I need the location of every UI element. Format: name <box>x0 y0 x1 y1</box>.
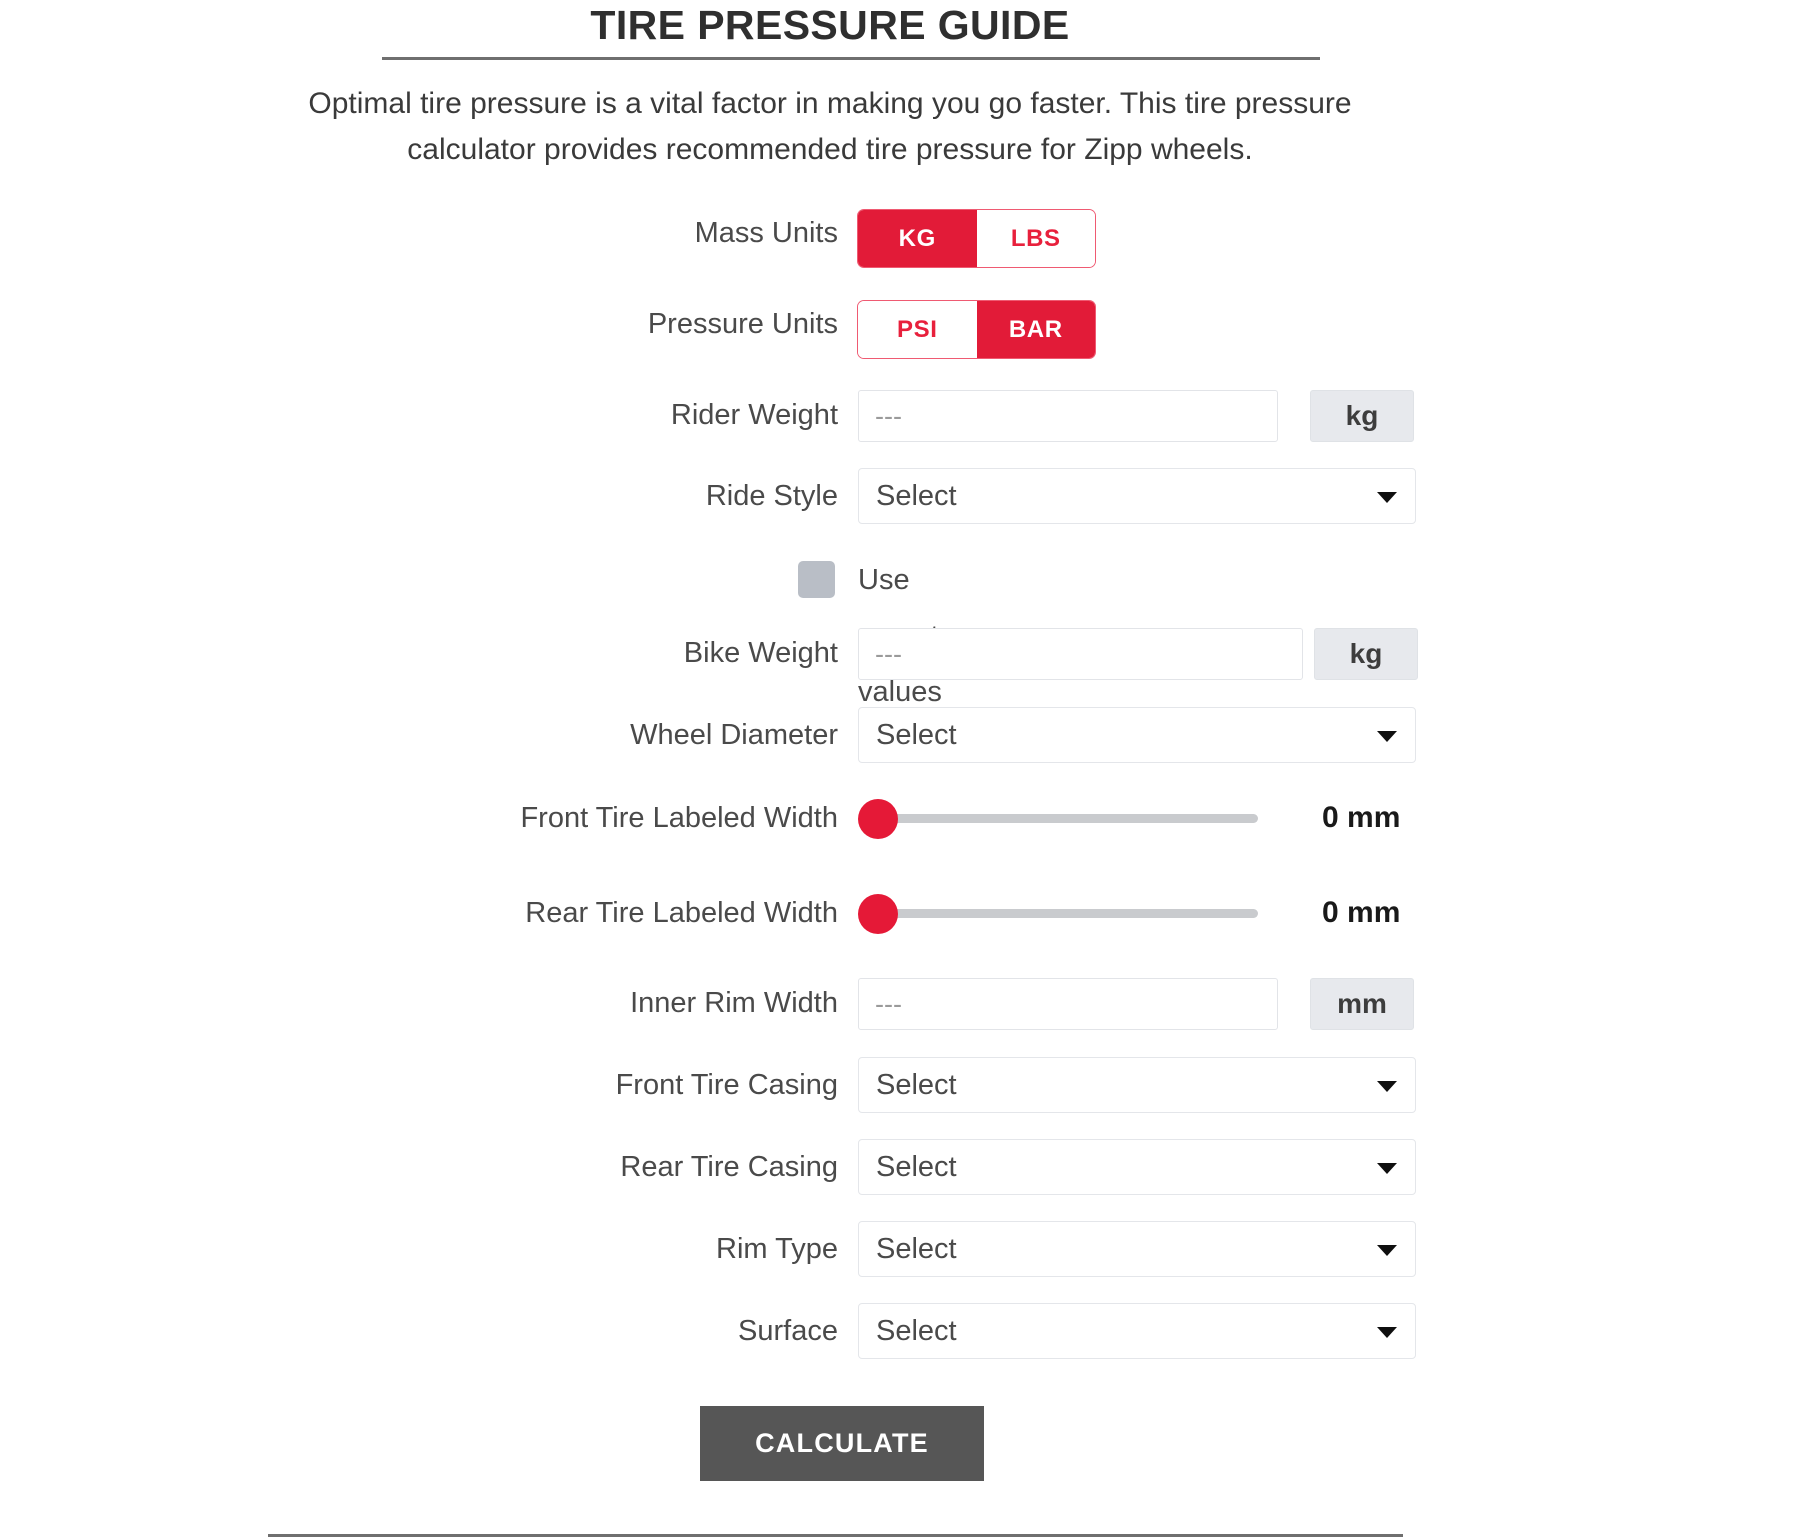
ride-style-label: Ride Style <box>705 480 838 512</box>
tire-pressure-guide-page: TIRE PRESSURE GUIDE Optimal tire pressur… <box>0 0 1816 1537</box>
rider-weight-label: Rider Weight <box>670 399 838 431</box>
wheel-diameter-value: Select <box>876 719 957 751</box>
wheel-diameter-label: Wheel Diameter <box>630 719 838 751</box>
rear-tire-labeled-width-label: Rear Tire Labeled Width <box>525 897 838 929</box>
inner-rim-width-label: Inner Rim Width <box>630 987 838 1019</box>
chevron-down-icon <box>1377 731 1397 742</box>
pressure-units-label: Pressure Units <box>647 308 838 340</box>
pressure-units-option-psi[interactable]: PSI <box>858 301 977 358</box>
rider-weight-input[interactable]: --- <box>858 390 1278 442</box>
front-tire-casing-select[interactable]: Select <box>858 1057 1416 1113</box>
ride-style-value: Select <box>876 480 957 512</box>
rim-type-label: Rim Type <box>716 1233 838 1265</box>
rim-type-select[interactable]: Select <box>858 1221 1416 1277</box>
front-tire-labeled-width-label: Front Tire Labeled Width <box>520 802 838 834</box>
rider-weight-unit: kg <box>1310 390 1414 442</box>
bike-weight-unit: kg <box>1314 628 1418 680</box>
chevron-down-icon <box>1377 1163 1397 1174</box>
mass-units-label: Mass Units <box>694 217 838 249</box>
use-preset-values-checkbox[interactable] <box>798 561 835 598</box>
intro-line-1: Optimal tire pressure is a vital factor … <box>308 87 1352 120</box>
rear-tire-width-slider[interactable] <box>858 885 1258 941</box>
mass-units-toggle[interactable]: KG LBS <box>858 210 1095 267</box>
chevron-down-icon <box>1377 1327 1397 1338</box>
intro-text: Optimal tire pressure is a vital factor … <box>160 81 1500 173</box>
rear-tire-casing-label: Rear Tire Casing <box>620 1151 838 1183</box>
rim-type-value: Select <box>876 1233 957 1265</box>
rear-tire-width-value: 0 mm <box>1322 896 1401 929</box>
chevron-down-icon <box>1377 492 1397 503</box>
front-tire-width-slider-track[interactable] <box>880 814 1258 823</box>
calculate-button[interactable]: CALCULATE <box>700 1406 984 1481</box>
bike-weight-label: Bike Weight <box>683 637 838 669</box>
surface-select[interactable]: Select <box>858 1303 1416 1359</box>
rear-tire-width-slider-track[interactable] <box>880 909 1258 918</box>
intro-line-2: calculator provides recommended tire pre… <box>407 133 1253 166</box>
wheel-diameter-select[interactable]: Select <box>858 707 1416 763</box>
surface-value: Select <box>876 1315 957 1347</box>
rear-tire-casing-select[interactable]: Select <box>858 1139 1416 1195</box>
rear-tire-width-slider-thumb[interactable] <box>858 894 898 934</box>
inner-rim-width-unit: mm <box>1310 978 1414 1030</box>
front-tire-casing-label: Front Tire Casing <box>615 1069 838 1101</box>
pressure-units-option-bar[interactable]: BAR <box>976 301 1095 358</box>
chevron-down-icon <box>1377 1081 1397 1092</box>
front-tire-width-slider[interactable] <box>858 790 1258 846</box>
surface-label: Surface <box>738 1315 838 1347</box>
title-divider <box>382 57 1320 60</box>
pressure-units-toggle[interactable]: PSI BAR <box>858 301 1095 358</box>
bike-weight-input[interactable]: --- <box>858 628 1303 680</box>
mass-units-option-lbs[interactable]: LBS <box>976 210 1095 267</box>
front-tire-width-slider-thumb[interactable] <box>858 799 898 839</box>
rear-tire-casing-value: Select <box>876 1151 957 1183</box>
chevron-down-icon <box>1377 1245 1397 1256</box>
front-tire-width-value: 0 mm <box>1322 801 1401 834</box>
page-title: TIRE PRESSURE GUIDE <box>590 2 1070 48</box>
ride-style-select[interactable]: Select <box>858 468 1416 524</box>
mass-units-option-kg[interactable]: KG <box>858 210 977 267</box>
inner-rim-width-input[interactable]: --- <box>858 978 1278 1030</box>
front-tire-casing-value: Select <box>876 1069 957 1101</box>
